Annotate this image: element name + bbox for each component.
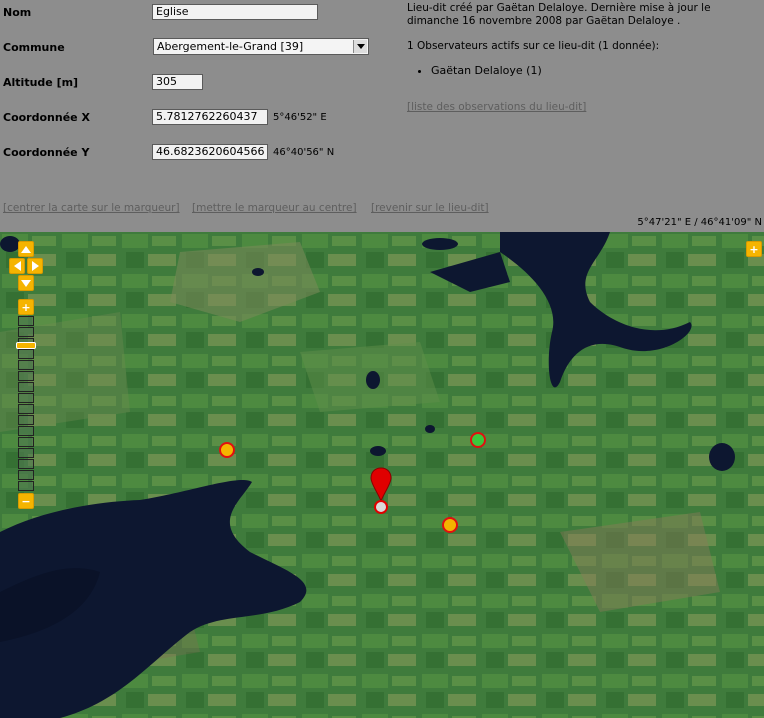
coord-x-input[interactable]: 5.7812762260437 — [152, 109, 268, 125]
nom-label: Nom — [3, 6, 32, 19]
arrow-left-icon — [13, 261, 21, 271]
list-item: Gaëtan Delaloye (1) — [431, 64, 542, 77]
observers-heading: 1 Observateurs actifs sur ce lieu-dit (1… — [407, 40, 660, 52]
center-map-link[interactable]: [centrer la carte sur le marqueur] — [3, 202, 180, 214]
zoom-out-button[interactable]: − — [18, 493, 34, 509]
nom-input[interactable]: Eglise — [152, 4, 318, 20]
coord-x-dms: 5°46'52" E — [273, 112, 327, 123]
coord-y-dms: 46°40'56" N — [273, 147, 335, 158]
pan-down-button[interactable] — [18, 275, 34, 291]
pan-right-button[interactable] — [27, 258, 43, 274]
coord-y-label: Coordonnée Y — [3, 146, 90, 159]
altitude-input[interactable]: 305 — [152, 74, 203, 90]
coord-x-label: Coordonnée X — [3, 111, 90, 124]
observation-marker-green[interactable] — [470, 432, 486, 448]
commune-selected-value: Abergement-le-Grand [39] — [157, 40, 304, 53]
back-to-lieu-dit-link[interactable]: [revenir sur le lieu-dit] — [371, 202, 489, 214]
satellite-map[interactable]: + − + — [0, 232, 764, 718]
pan-left-button[interactable] — [9, 258, 25, 274]
coord-y-input[interactable]: 46.6823620604566 — [152, 144, 268, 160]
observation-marker-yellow[interactable] — [219, 442, 235, 458]
commune-select[interactable]: Abergement-le-Grand [39] — [153, 38, 369, 55]
arrow-up-icon — [21, 245, 31, 253]
observations-list-link[interactable]: [liste des observations du lieu-dit] — [407, 101, 586, 113]
zoom-in-button[interactable]: + — [18, 299, 34, 315]
zoom-slider-thumb[interactable] — [16, 342, 36, 349]
pan-up-button[interactable] — [18, 241, 34, 257]
commune-label: Commune — [3, 41, 65, 54]
lieu-dit-form-panel: Nom Eglise Commune Abergement-le-Grand [… — [0, 0, 764, 232]
observation-marker-yellow[interactable] — [442, 517, 458, 533]
chevron-down-icon[interactable] — [353, 40, 367, 53]
cursor-coordinates: 5°47'21" E / 46°41'09" N — [637, 217, 762, 228]
arrow-right-icon — [31, 261, 39, 271]
observers-list: Gaëtan Delaloye (1) — [411, 64, 542, 77]
creation-info-line1: Lieu-dit créé par Gaëtan Delaloye. Derni… — [407, 2, 711, 14]
move-marker-link[interactable]: [mettre le marqueur au centre] — [192, 202, 357, 214]
location-pin-icon[interactable] — [370, 467, 392, 515]
arrow-down-icon — [21, 279, 31, 287]
creation-info-line2: dimanche 16 novembre 2008 par Gaëtan Del… — [407, 15, 681, 27]
overview-map-expand-button[interactable]: + — [746, 241, 762, 257]
altitude-label: Altitude [m] — [3, 76, 79, 89]
